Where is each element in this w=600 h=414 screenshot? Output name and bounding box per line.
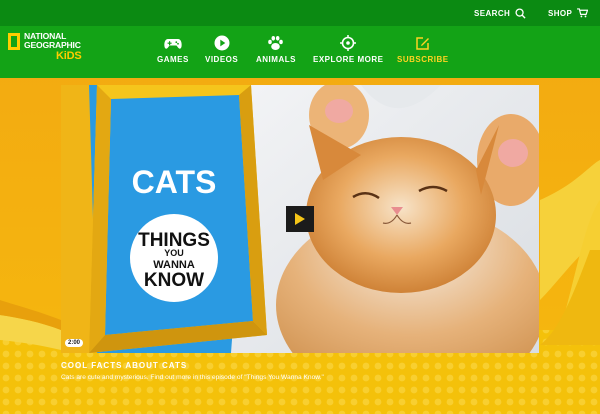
search-link[interactable]: SEARCH <box>474 0 526 26</box>
natgeo-kids-logo[interactable]: NATIONAL GEOGRAPHIC KiDS <box>8 32 82 62</box>
edit-icon <box>416 36 430 50</box>
main-nav-bar <box>0 26 600 78</box>
nav-games-label: GAMES <box>157 55 189 64</box>
nav-animals[interactable]: ANIMALS <box>256 33 296 67</box>
search-label: SEARCH <box>474 8 511 18</box>
play-icon <box>295 213 305 225</box>
nav-videos-label: VIDEOS <box>205 55 239 64</box>
shop-link[interactable]: SHOP <box>548 0 589 26</box>
search-icon <box>515 7 526 19</box>
video-title[interactable]: COOL FACTS ABOUT CATS <box>61 361 187 370</box>
nav-subscribe-label: SUBSCRIBE <box>397 55 449 64</box>
play-button[interactable] <box>286 206 314 232</box>
nav-explore-more[interactable]: EXPLORE MORE <box>313 33 383 67</box>
shop-label: SHOP <box>548 8 573 18</box>
nav-videos[interactable]: VIDEOS <box>205 33 238 67</box>
badge-line-2: YOU <box>164 248 184 258</box>
cats-art-title: CATS <box>132 164 217 200</box>
yellow-border-icon <box>8 33 20 50</box>
badge-line-4: KNOW <box>144 270 204 291</box>
nav-games[interactable]: GAMES <box>157 33 189 67</box>
video-player[interactable]: CATS THINGS YOU WANNA KNOW 2:00 <box>61 85 539 353</box>
gamepad-icon <box>164 38 182 49</box>
logo-line-2: GEOGRAPHIC <box>24 40 81 50</box>
cart-icon <box>577 8 589 18</box>
paw-icon <box>268 36 284 50</box>
logo-kids: KiDS <box>56 50 82 62</box>
nav-explore-more-label: EXPLORE MORE <box>313 55 384 64</box>
nav-subscribe[interactable]: SUBSCRIBE <box>397 33 449 67</box>
compass-icon <box>340 35 357 51</box>
nav-animals-label: ANIMALS <box>256 55 296 64</box>
play-circle-icon <box>214 35 230 51</box>
video-description: Cats are cute and mysterious. Find out m… <box>61 374 324 381</box>
video-duration: 2:00 <box>65 339 84 347</box>
